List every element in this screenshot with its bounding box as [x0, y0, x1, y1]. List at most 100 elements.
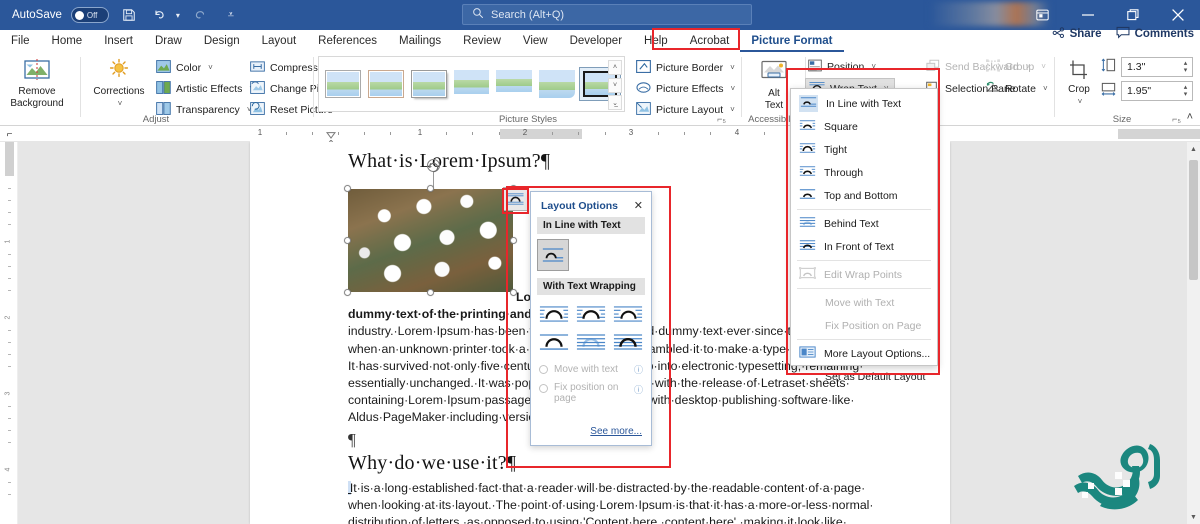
- vertical-scrollbar[interactable]: ▲ ▼: [1187, 142, 1200, 524]
- horizontal-ruler[interactable]: 1 1 2 3 4 5: [0, 126, 1200, 146]
- picture-styles-dialog-launcher[interactable]: ⌐₅: [717, 114, 726, 124]
- picture-style-0[interactable]: [323, 68, 363, 100]
- picture-styles-gallery[interactable]: ˄ ˅ ⌄̲: [318, 56, 625, 112]
- position-button[interactable]: Position ˅: [808, 56, 895, 77]
- see-more-link[interactable]: See more...: [590, 426, 642, 437]
- ribbon: Remove Background Corrections ˅ Color ˅ …: [0, 52, 1200, 126]
- wrap-option-inline-with-text[interactable]: [537, 239, 569, 271]
- tab-insert[interactable]: Insert: [93, 30, 144, 52]
- resize-handle-e[interactable]: [510, 237, 517, 244]
- share-button[interactable]: Share: [1052, 26, 1102, 42]
- tab-home[interactable]: Home: [41, 30, 94, 52]
- shape-width-spinner[interactable]: ▴ ▾: [1179, 82, 1192, 100]
- shape-height-input[interactable]: 1.3" ▴ ▾: [1121, 57, 1193, 77]
- layout-options-anchor-button[interactable]: [503, 187, 528, 211]
- picture-border-button[interactable]: Picture Border ˅: [636, 57, 735, 78]
- artistic-effects-button[interactable]: Artistic Effects ˅: [156, 78, 254, 99]
- tab-file[interactable]: File: [0, 30, 41, 52]
- scroll-down-icon[interactable]: ▼: [1187, 510, 1200, 524]
- send-backward-icon: [926, 59, 940, 75]
- wrap-option-through[interactable]: [611, 302, 644, 325]
- collapse-ribbon-icon[interactable]: ˄: [1187, 111, 1193, 123]
- tab-view[interactable]: View: [512, 30, 559, 52]
- tab-picture-format[interactable]: Picture Format: [740, 30, 844, 52]
- tab-help[interactable]: Help: [633, 30, 679, 52]
- resize-handle-n[interactable]: [427, 185, 434, 192]
- comments-button[interactable]: Comments: [1116, 26, 1194, 42]
- picture-style-1[interactable]: [366, 68, 406, 100]
- tab-design[interactable]: Design: [193, 30, 251, 52]
- wrap-text-dropdown-menu[interactable]: In Line with Text Square Tight Through T…: [790, 88, 938, 383]
- rotate-caret-icon[interactable]: ˅: [1043, 84, 1048, 93]
- resize-handle-se[interactable]: [510, 289, 517, 296]
- gallery-scroll-up-icon[interactable]: ˄: [608, 60, 622, 75]
- wrap-menu-in-front-of-text[interactable]: In Front of Text: [791, 235, 937, 258]
- wrap-menu-set-as-default-layout[interactable]: Set as Default Layout: [791, 365, 937, 388]
- selected-picture[interactable]: [344, 159, 517, 296]
- wrap-inline-icon: [799, 95, 818, 112]
- wrap-menu-through[interactable]: Through: [791, 161, 937, 184]
- scrollbar-thumb[interactable]: [1189, 160, 1198, 280]
- layout-options-panel[interactable]: Layout Options ✕ In Line with Text With …: [530, 191, 652, 446]
- wrap-menu-tight[interactable]: Tight: [791, 138, 937, 161]
- wrap-menu-square[interactable]: Square: [791, 115, 937, 138]
- undo-icon[interactable]: [149, 4, 171, 26]
- picture-style-2[interactable]: [409, 68, 449, 100]
- size-dialog-launcher[interactable]: ⌐₅: [1172, 114, 1181, 124]
- shape-width-input[interactable]: 1.95" ▴ ▾: [1121, 81, 1193, 101]
- picture-layout-caret-icon[interactable]: ˅: [730, 105, 735, 114]
- save-icon[interactable]: [118, 4, 140, 26]
- remove-background-button[interactable]: Remove Background: [6, 54, 68, 110]
- search-input[interactable]: Search (Alt+Q): [462, 4, 752, 25]
- gallery-scroll-down-icon[interactable]: ˅: [608, 77, 622, 93]
- picture-border-caret-icon[interactable]: ˅: [730, 63, 735, 72]
- daisy-flowers-photo[interactable]: [348, 189, 513, 292]
- wrap-menu-more-layout-options[interactable]: More Layout Options...: [791, 342, 937, 365]
- tab-developer[interactable]: Developer: [559, 30, 633, 52]
- document-canvas[interactable]: What·is·Lorem·Ipsum?¶ Lorem Ipsum is sim…: [18, 142, 1200, 524]
- tab-draw[interactable]: Draw: [144, 30, 193, 52]
- picture-style-5[interactable]: [537, 68, 577, 100]
- customize-quick-access-icon[interactable]: ⩡: [220, 4, 242, 26]
- wrap-menu-in-line-with-text[interactable]: In Line with Text: [791, 92, 937, 115]
- resize-handle-nw[interactable]: [344, 185, 351, 192]
- crop-caret-icon[interactable]: ˅: [1078, 96, 1083, 108]
- shape-height-spinner[interactable]: ▴ ▾: [1179, 58, 1192, 76]
- gallery-more-icon[interactable]: ⌄̲: [608, 95, 622, 110]
- close-icon[interactable]: ✕: [634, 199, 643, 212]
- tab-mailings[interactable]: Mailings: [388, 30, 452, 52]
- wrap-option-tight[interactable]: [575, 302, 608, 325]
- autosave-toggle[interactable]: Off: [70, 7, 109, 23]
- tab-references[interactable]: References: [307, 30, 388, 52]
- picture-style-4[interactable]: [494, 68, 534, 100]
- tab-acrobat[interactable]: Acrobat: [679, 30, 741, 52]
- rotate-button[interactable]: Rotate ˅: [986, 78, 1048, 99]
- gallery-scroll-buttons[interactable]: ˄ ˅ ⌄̲: [608, 60, 622, 110]
- scroll-up-icon[interactable]: ▲: [1187, 142, 1200, 156]
- wrap-option-top-and-bottom[interactable]: [538, 330, 571, 353]
- wrap-option-in-front-of-text[interactable]: [611, 330, 644, 353]
- wrap-menu-behind-text[interactable]: Behind Text: [791, 212, 937, 235]
- picture-style-3[interactable]: [452, 68, 492, 100]
- color-caret-icon[interactable]: ˅: [208, 63, 213, 72]
- wrap-option-square[interactable]: [538, 302, 571, 325]
- undo-dropdown-caret-icon[interactable]: ▾: [176, 11, 180, 20]
- vertical-ruler[interactable]: 1 2 3 4: [0, 142, 18, 524]
- corrections-caret-icon[interactable]: ˅: [118, 98, 123, 110]
- resize-handle-s[interactable]: [427, 289, 434, 296]
- position-caret-icon[interactable]: ˅: [871, 62, 876, 71]
- picture-effects-caret-icon[interactable]: ˅: [731, 84, 736, 93]
- resize-handle-w[interactable]: [344, 237, 351, 244]
- wrap-menu-top-and-bottom[interactable]: Top and Bottom: [791, 184, 937, 207]
- crop-button[interactable]: Crop ˅: [1061, 56, 1097, 108]
- wrap-option-behind-text[interactable]: [575, 330, 608, 353]
- tab-stop-left-icon[interactable]: ⌐: [2, 127, 17, 142]
- color-button[interactable]: Color ˅: [156, 57, 254, 78]
- tab-review[interactable]: Review: [452, 30, 512, 52]
- rotate-handle[interactable]: [427, 159, 440, 173]
- resize-handle-sw[interactable]: [344, 289, 351, 296]
- picture-effects-button[interactable]: Picture Effects ˅: [636, 78, 735, 99]
- corrections-button[interactable]: Corrections ˅: [88, 54, 150, 110]
- redo-icon[interactable]: [189, 4, 211, 26]
- tab-layout[interactable]: Layout: [251, 30, 308, 52]
